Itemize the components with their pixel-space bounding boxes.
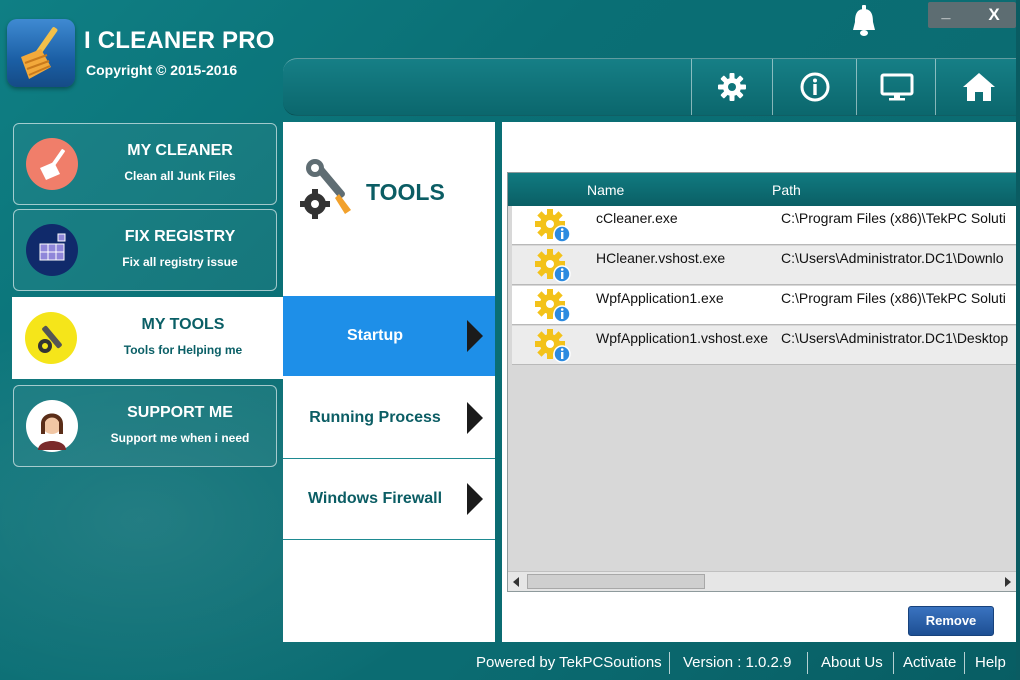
tools-heading: TOOLS (366, 179, 445, 205)
monitor-icon (880, 73, 913, 101)
cell-name: WpfApplication1.vshost.exe (596, 330, 768, 346)
column-header-path[interactable]: Path (772, 182, 801, 198)
table-row[interactable]: cCleaner.exe C:\Program Files (x86)\TekP… (512, 206, 1016, 245)
startup-gear-info-icon (534, 248, 572, 284)
sidebar-item-fix-registry[interactable]: FIX REGISTRY Fix all registry issue (13, 209, 277, 291)
activate-link[interactable]: Activate (903, 654, 956, 671)
table-row[interactable]: WpfApplication1.exe C:\Program Files (x8… (512, 286, 1016, 325)
sidebar-item-my-cleaner[interactable]: MY CLEANER Clean all Junk Files (13, 123, 277, 205)
sidebar-item-title: SUPPORT ME (127, 404, 233, 421)
sidebar-item-title: MY CLEANER (127, 142, 233, 159)
grid-header: Name Path (508, 173, 1016, 206)
startup-gear-info-icon (534, 328, 572, 364)
sidebar-item-subtitle: Fix all registry issue (122, 255, 238, 269)
footer-divider (964, 652, 965, 674)
app-window: I CLEANER PRO Copyright © 2015-2016 _ X (0, 0, 1020, 680)
window-border (1016, 0, 1020, 680)
sidebar-item-title: FIX REGISTRY (124, 228, 236, 245)
home-button[interactable] (935, 59, 1020, 115)
chevron-right-icon (467, 483, 483, 515)
sidebar-item-my-tools[interactable]: MY TOOLS Tools for Helping me (12, 297, 284, 379)
tools-menu-panel: TOOLS Startup Running Process Windows Fi… (283, 122, 495, 642)
help-link[interactable]: Help (975, 654, 1006, 671)
column-header-name[interactable]: Name (587, 182, 624, 198)
broom-logo-icon (21, 27, 58, 79)
sidebar-item-subtitle: Support me when i need (110, 431, 250, 445)
cell-name: HCleaner.vshost.exe (596, 250, 726, 266)
table-row[interactable]: WpfApplication1.vshost.exe C:\Users\Admi… (512, 326, 1016, 365)
arrow-left-icon (513, 577, 519, 587)
menu-item-label: Startup (347, 327, 403, 344)
table-row[interactable]: HCleaner.vshost.exe C:\Users\Administrat… (512, 246, 1016, 285)
app-logo (7, 19, 75, 87)
cell-path: C:\Program Files (x86)\TekPC Soluti (781, 210, 1006, 226)
window-controls: _ X (928, 2, 1016, 28)
gear-icon (718, 73, 746, 101)
minimize-button[interactable]: _ (928, 2, 964, 28)
cell-path: C:\Users\Administrator.DC1\Desktop (781, 330, 1009, 346)
startup-gear-info-icon (534, 208, 572, 244)
version-text: Version : 1.0.2.9 (683, 654, 792, 671)
sidebar-item-title: MY TOOLS (141, 316, 225, 333)
chevron-right-icon (467, 402, 483, 434)
info-button[interactable] (772, 59, 857, 115)
tools-icon (25, 312, 77, 364)
menu-item-startup[interactable]: Startup (283, 296, 495, 376)
horizontal-scrollbar[interactable] (508, 571, 1016, 591)
cell-path: C:\Users\Administrator.DC1\Downlo (781, 250, 1004, 266)
cell-path: C:\Program Files (x86)\TekPC Soluti (781, 290, 1006, 306)
registry-cubes-icon (26, 224, 78, 276)
support-agent-icon (26, 400, 78, 452)
menu-item-label: Running Process (309, 409, 441, 426)
scroll-left-button[interactable] (508, 572, 526, 591)
scroll-right-button[interactable] (998, 572, 1016, 591)
scroll-thumb[interactable] (527, 574, 705, 589)
minimize-icon: _ (941, 4, 951, 21)
menu-item-label: Windows Firewall (307, 490, 443, 507)
arrow-right-icon (1005, 577, 1011, 587)
settings-button[interactable] (691, 59, 772, 115)
cell-name: cCleaner.exe (596, 210, 678, 226)
top-toolbar (283, 58, 1020, 116)
sidebar-item-subtitle: Clean all Junk Files (124, 169, 236, 183)
about-us-link[interactable]: About Us (821, 654, 883, 671)
home-icon (962, 73, 995, 101)
broom-icon (26, 138, 78, 190)
footer-divider (807, 652, 808, 674)
app-copyright: Copyright © 2015-2016 (86, 62, 238, 78)
cell-name: WpfApplication1.exe (596, 290, 724, 306)
menu-item-running-process[interactable]: Running Process (283, 378, 495, 459)
bell-icon[interactable] (848, 4, 880, 40)
footer-divider (669, 652, 670, 674)
sidebar-item-support-me[interactable]: SUPPORT ME Support me when i need (13, 385, 277, 467)
menu-item-windows-firewall[interactable]: Windows Firewall (283, 459, 495, 540)
powered-by-text: Powered by TekPCSoutions (476, 654, 662, 671)
startup-panel: Name Path cCleaner.exe C:\Program Files … (502, 122, 1020, 642)
remove-button[interactable]: Remove (908, 606, 994, 636)
close-button[interactable]: X (972, 2, 1016, 28)
tools-header-icon (299, 154, 359, 222)
monitor-button[interactable] (856, 59, 936, 115)
chevron-right-icon (467, 320, 483, 352)
footer-bar: Powered by TekPCSoutions Version : 1.0.2… (0, 648, 1020, 680)
info-icon (800, 72, 830, 102)
app-title: I CLEANER PRO (84, 27, 275, 54)
startup-gear-info-icon (534, 288, 572, 324)
footer-divider (893, 652, 894, 674)
startup-grid: Name Path cCleaner.exe C:\Program Files … (507, 172, 1017, 592)
sidebar-item-subtitle: Tools for Helping me (123, 343, 243, 357)
close-icon: X (988, 5, 1000, 24)
